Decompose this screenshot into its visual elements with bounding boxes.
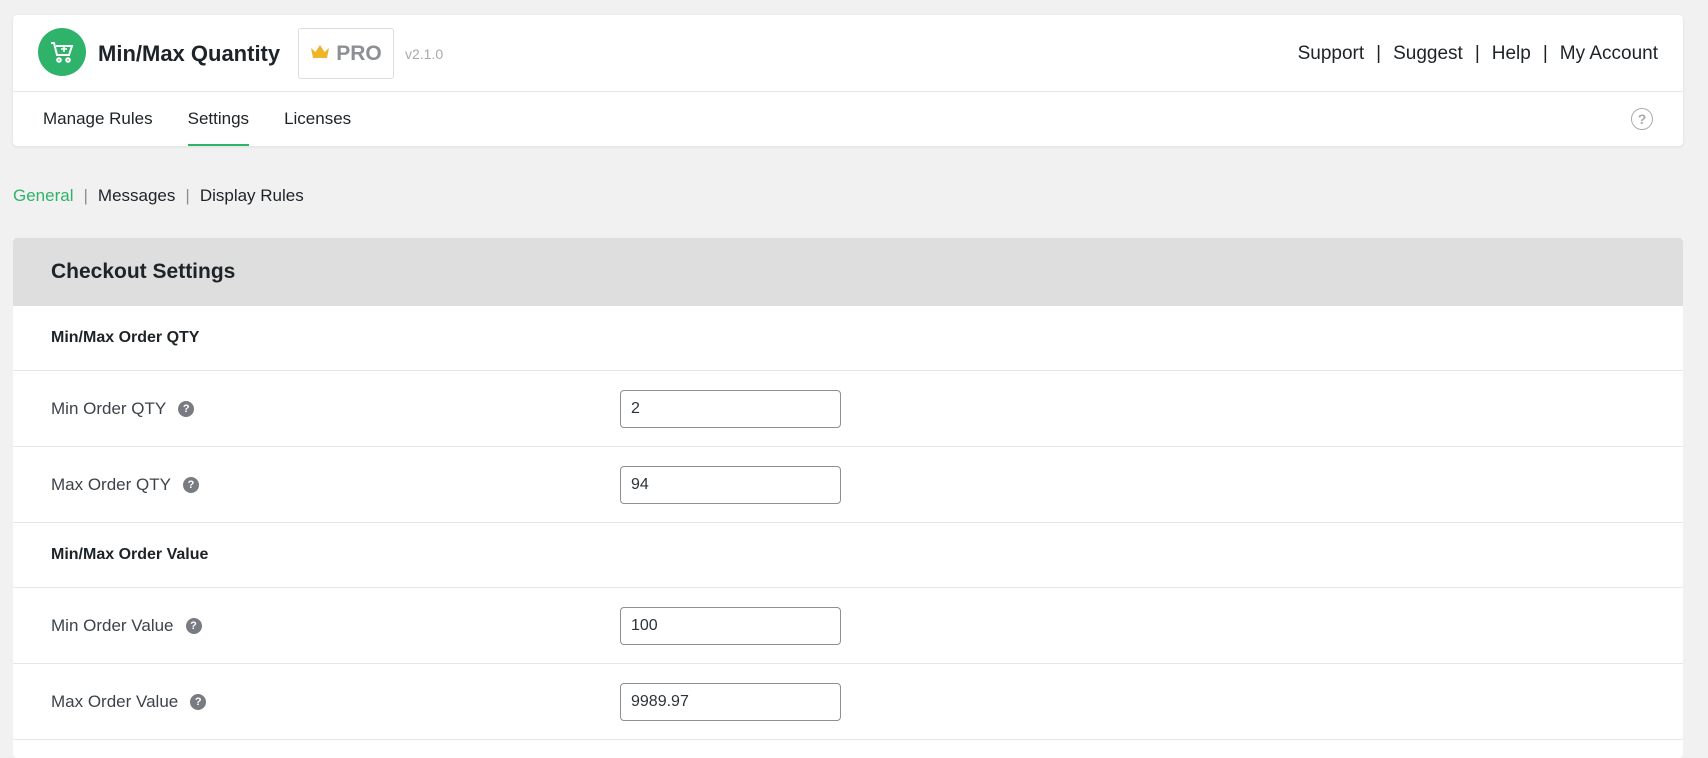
- subnav-general[interactable]: General: [13, 186, 73, 206]
- pro-badge-label: PRO: [336, 41, 382, 65]
- crown-icon: [310, 42, 330, 66]
- suggest-link[interactable]: Suggest: [1393, 43, 1463, 65]
- separator: |: [83, 186, 88, 205]
- cart-icon: [38, 28, 86, 76]
- help-link[interactable]: Help: [1492, 43, 1531, 65]
- main-tabs: Manage Rules Settings Licenses ?: [13, 92, 1683, 146]
- tab-licenses[interactable]: Licenses: [284, 92, 351, 146]
- top-links: Support | Suggest | Help | My Account: [1298, 43, 1658, 65]
- section-title: Min/Max Order QTY: [13, 306, 1683, 371]
- field-label: Max Order Value ?: [51, 691, 207, 712]
- panel-title: Checkout Settings: [13, 238, 1683, 306]
- max-order-value-input[interactable]: [620, 682, 841, 721]
- min-order-value-label: Min Order Value: [51, 615, 174, 635]
- question-icon[interactable]: ?: [182, 476, 199, 493]
- support-link[interactable]: Support: [1298, 43, 1365, 65]
- app-title: Min/Max Quantity: [98, 41, 281, 66]
- field-row-min-order-qty: Min Order QTY ?: [13, 371, 1683, 447]
- max-order-value-label: Max Order Value: [51, 691, 179, 711]
- header-card: Min/Max Quantity PRO v2.1.0 Support | Su…: [13, 15, 1683, 146]
- field-label: Max Order QTY ?: [51, 475, 199, 495]
- checkout-settings-panel: Checkout Settings Min/Max Order QTY Min …: [13, 238, 1683, 758]
- field-row-max-order-qty: Max Order QTY ?: [13, 447, 1683, 523]
- min-order-value-input[interactable]: [620, 606, 841, 645]
- min-order-qty-input[interactable]: [620, 389, 841, 428]
- header-top: Min/Max Quantity PRO v2.1.0 Support | Su…: [13, 15, 1683, 92]
- pro-badge: PRO: [298, 28, 394, 79]
- field-label: Min Order Value ?: [51, 616, 202, 636]
- separator: |: [1542, 43, 1548, 64]
- separator: |: [1474, 43, 1480, 64]
- question-icon[interactable]: ?: [190, 693, 207, 710]
- max-order-qty-input[interactable]: [620, 465, 841, 504]
- section-title: Min/Max Order Value: [13, 523, 1683, 588]
- version-label: v2.1.0: [405, 46, 444, 62]
- min-order-qty-label: Min Order QTY: [51, 398, 167, 418]
- question-icon[interactable]: ?: [178, 400, 195, 417]
- tab-manage-rules[interactable]: Manage Rules: [43, 92, 153, 146]
- question-circle-icon[interactable]: ?: [1631, 108, 1653, 130]
- subnav-messages[interactable]: Messages: [98, 186, 175, 206]
- separator: |: [1376, 43, 1382, 64]
- tab-settings[interactable]: Settings: [187, 92, 250, 146]
- field-row-min-order-value: Min Order Value ?: [13, 588, 1683, 664]
- question-icon[interactable]: ?: [185, 617, 202, 634]
- my-account-link[interactable]: My Account: [1560, 43, 1658, 65]
- field-row-max-order-value: Max Order Value ?: [13, 664, 1683, 740]
- settings-subnav: General | Messages | Display Rules: [13, 186, 304, 206]
- separator: |: [185, 186, 190, 205]
- max-order-qty-label: Max Order QTY: [51, 474, 171, 494]
- field-label: Min Order QTY ?: [51, 398, 195, 419]
- subnav-display-rules[interactable]: Display Rules: [200, 186, 304, 206]
